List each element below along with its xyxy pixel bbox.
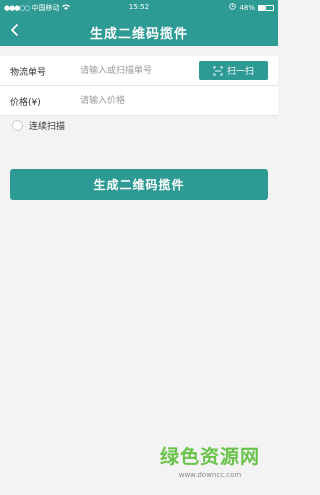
page-title: 生成二维码揽件 — [89, 27, 188, 42]
battery-icon — [258, 4, 274, 11]
watermark-logo: 绿色资源网 — [159, 446, 260, 468]
tracking-number-row: 物流单号 扫一扫 — [0, 56, 278, 86]
alarm-icon — [229, 3, 237, 12]
price-label: 价格(¥) — [10, 98, 41, 108]
generate-qr-button[interactable]: 生成二维码揽件 — [10, 169, 268, 200]
watermark-url: www.downcc.com — [178, 471, 242, 479]
nav-bar: 生成二维码揽件 — [0, 14, 278, 46]
scan-button-label: 扫一扫 — [226, 67, 254, 77]
price-input[interactable] — [80, 91, 260, 110]
continuous-scan-option[interactable]: 连续扫描 — [12, 119, 65, 132]
watermark: 绿色资源网 www.downcc.com — [160, 446, 260, 479]
continuous-scan-checkbox[interactable] — [12, 120, 23, 131]
tracking-number-label: 物流单号 — [10, 68, 47, 78]
scan-button[interactable]: 扫一扫 — [199, 61, 268, 80]
battery-percent: 48% — [239, 3, 255, 12]
status-bar: ●●●○○ 中国移动 15:52 48% — [0, 0, 278, 14]
status-right: 48% — [229, 3, 274, 12]
price-row: 价格(¥) — [0, 86, 278, 116]
battery-level — [259, 5, 266, 10]
scan-icon — [213, 66, 223, 75]
continuous-scan-label: 连续扫描 — [29, 122, 66, 132]
waybill-form: 物流单号 扫一扫 价格(¥) — [0, 56, 278, 116]
tracking-number-input[interactable] — [80, 61, 190, 80]
